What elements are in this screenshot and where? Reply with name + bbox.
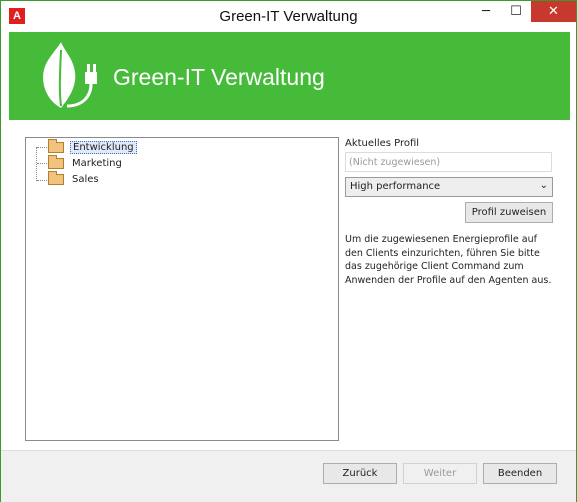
tree-item-label: Entwicklung — [70, 140, 137, 154]
tree-item-sales[interactable]: Sales — [48, 170, 101, 186]
leaf-plug-icon — [43, 42, 97, 108]
banner-title: Green-IT Verwaltung — [113, 64, 325, 90]
tree-item-label: Marketing — [72, 157, 122, 169]
close-button[interactable]: ✕ — [531, 1, 576, 22]
maximize-button[interactable]: ☐ — [502, 1, 530, 22]
profile-select[interactable]: High performance ⌄ — [345, 177, 553, 197]
finish-button[interactable]: Beenden — [483, 463, 557, 484]
back-button[interactable]: Zurück — [323, 463, 397, 484]
header-banner: Green-IT Verwaltung — [9, 32, 570, 120]
next-button[interactable]: Weiter — [403, 463, 477, 484]
tree-item-entwicklung[interactable]: Entwicklung — [48, 138, 137, 154]
folder-icon — [48, 170, 64, 185]
folder-icon — [48, 138, 64, 153]
current-profile-label: Aktuelles Profil — [345, 138, 420, 149]
profile-select-value: High performance — [350, 181, 441, 192]
current-profile-field: (Nicht zugewiesen) — [345, 152, 552, 172]
tree-item-label: Sales — [72, 173, 99, 185]
assign-profile-button[interactable]: Profil zuweisen — [465, 202, 553, 223]
tree-item-marketing[interactable]: Marketing — [48, 154, 124, 170]
folder-icon — [48, 154, 64, 169]
group-tree[interactable]: Entwicklung Marketing Sales — [25, 137, 339, 441]
minimize-button[interactable]: ─ — [472, 1, 500, 22]
chevron-down-icon: ⌄ — [539, 180, 548, 191]
title-bar: A Green-IT Verwaltung ─ ☐ ✕ — [1, 1, 576, 32]
info-text: Um die zugewiesenen Energieprofile auf d… — [345, 234, 552, 286]
main-window: A Green-IT Verwaltung ─ ☐ ✕ Green-IT Ver… — [0, 0, 577, 502]
